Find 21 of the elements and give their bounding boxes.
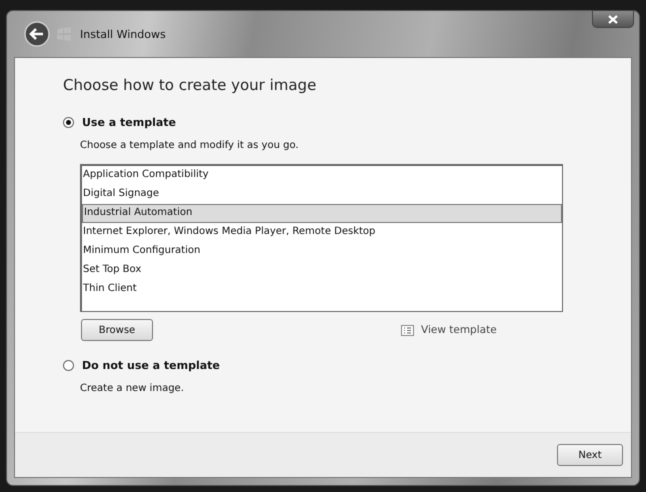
page-heading: Choose how to create your image: [63, 76, 318, 94]
list-item[interactable]: Digital Signage: [82, 185, 562, 204]
option-description: Choose a template and modify it as you go.: [80, 140, 300, 151]
radio-button[interactable]: [63, 117, 74, 128]
option-description: Create a new image.: [80, 383, 185, 394]
list-item[interactable]: Minimum Configuration: [82, 242, 562, 261]
option-label[interactable]: Use a template: [82, 116, 176, 129]
radio-button[interactable]: [63, 360, 74, 371]
close-button[interactable]: [592, 10, 634, 28]
window-title: Install Windows: [80, 28, 166, 40]
option-label[interactable]: Do not use a template: [82, 359, 220, 372]
list-item[interactable]: Industrial Automation: [82, 204, 562, 223]
next-button[interactable]: Next: [557, 444, 623, 466]
browse-button[interactable]: Browse: [81, 319, 153, 341]
view-template-link[interactable]: View template: [421, 324, 497, 336]
list-item[interactable]: Internet Explorer, Windows Media Player, Remote Desktop: [82, 223, 562, 242]
list-item[interactable]: Thin Client: [82, 280, 562, 299]
close-icon: [608, 14, 618, 24]
list-item[interactable]: Application Compatibility: [82, 166, 562, 185]
list-item[interactable]: Set Top Box: [82, 261, 562, 280]
list-icon: [401, 324, 414, 336]
